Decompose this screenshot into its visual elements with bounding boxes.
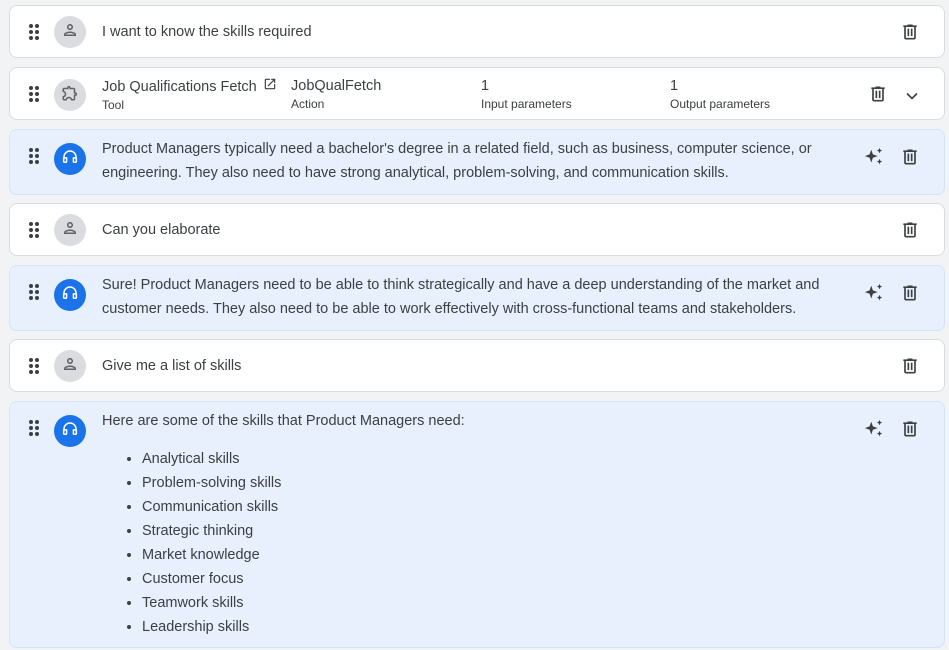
action-value: JobQualFetch — [291, 78, 382, 94]
action-label: Action — [291, 97, 325, 111]
list-item: Strategic thinking — [142, 519, 281, 543]
extension-icon — [61, 84, 79, 106]
chevron-down-icon[interactable] — [900, 84, 924, 108]
list-item: Communication skills — [142, 495, 281, 519]
tool-name: Job Qualifications Fetch — [102, 78, 257, 95]
headset-icon — [61, 284, 79, 306]
drag-handle-icon[interactable] — [28, 147, 40, 165]
message-text: Can you elaborate — [102, 222, 221, 238]
input-label: Input parameters — [481, 97, 572, 111]
tool-type: Tool — [102, 98, 125, 112]
headset-icon — [61, 420, 79, 442]
bot-avatar — [54, 279, 86, 311]
message-card-user: Can you elaborate — [9, 203, 945, 256]
input-count: 1 — [481, 78, 490, 94]
trash-icon[interactable] — [898, 281, 922, 305]
trash-icon[interactable] — [898, 417, 922, 441]
drag-handle-icon[interactable] — [28, 23, 40, 41]
trash-icon[interactable] — [898, 20, 922, 44]
message-card-bot: Product Managers typically need a bachel… — [9, 129, 945, 195]
message-card-user: Give me a list of skills — [9, 339, 945, 392]
message-text: Here are some of the skills that Product… — [102, 413, 465, 429]
list-item: Analytical skills — [142, 447, 281, 471]
message-card-bot: Here are some of the skills that Product… — [9, 401, 945, 648]
user-avatar — [54, 214, 86, 246]
person-icon — [61, 21, 79, 43]
list-item: Leadership skills — [142, 615, 281, 639]
bot-avatar — [54, 415, 86, 447]
sparkle-icon[interactable] — [862, 281, 886, 305]
tool-call-card: Job Qualifications Fetch Tool JobQualFet… — [9, 67, 945, 120]
message-text: Product Managers typically need a bachel… — [102, 141, 812, 181]
sparkle-icon[interactable] — [862, 145, 886, 169]
drag-handle-icon[interactable] — [28, 221, 40, 239]
person-icon — [61, 355, 79, 377]
user-avatar — [54, 350, 86, 382]
trash-icon[interactable] — [898, 218, 922, 242]
drag-handle-icon[interactable] — [28, 419, 40, 437]
sparkle-icon[interactable] — [862, 417, 886, 441]
headset-icon — [61, 148, 79, 170]
bot-avatar — [54, 143, 86, 175]
open-in-new-icon[interactable] — [263, 77, 277, 96]
list-item: Teamwork skills — [142, 591, 281, 615]
input-params-column: 1 Input parameters — [481, 77, 572, 112]
trash-icon[interactable] — [898, 145, 922, 169]
user-avatar — [54, 16, 86, 48]
list-item: Customer focus — [142, 567, 281, 591]
list-item: Problem-solving skills — [142, 471, 281, 495]
list-item: Market knowledge — [142, 543, 281, 567]
output-params-column: 1 Output parameters — [670, 77, 770, 112]
skills-list: Analytical skills Problem-solving skills… — [142, 447, 281, 639]
output-count: 1 — [670, 78, 679, 94]
person-icon — [61, 219, 79, 241]
drag-handle-icon[interactable] — [28, 283, 40, 301]
tool-name-column: Job Qualifications Fetch Tool — [102, 77, 277, 113]
drag-handle-icon[interactable] — [28, 85, 40, 103]
tool-avatar — [54, 79, 86, 111]
trash-icon[interactable] — [866, 82, 890, 106]
message-text: Give me a list of skills — [102, 358, 242, 374]
message-text: Sure! Product Managers need to be able t… — [102, 277, 820, 317]
message-card-bot: Sure! Product Managers need to be able t… — [9, 265, 945, 331]
message-text: I want to know the skills required — [102, 24, 312, 40]
message-card-user: I want to know the skills required — [9, 5, 945, 58]
trash-icon[interactable] — [898, 354, 922, 378]
output-label: Output parameters — [670, 97, 771, 111]
action-column: JobQualFetch Action — [291, 77, 381, 112]
drag-handle-icon[interactable] — [28, 357, 40, 375]
